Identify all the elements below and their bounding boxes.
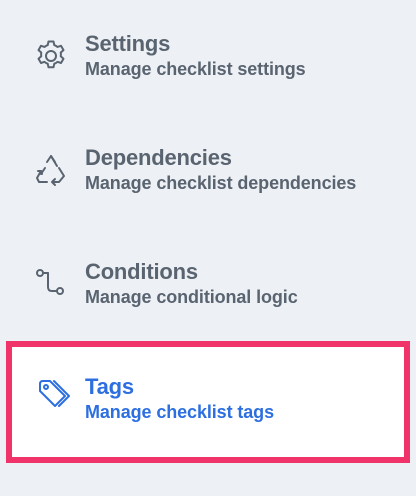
- menu-item-dependencies[interactable]: Dependencies Manage checklist dependenci…: [0, 142, 416, 202]
- menu-item-subtitle: Manage checklist settings: [85, 59, 306, 79]
- branch-icon: [33, 264, 69, 300]
- menu-item-conditions[interactable]: Conditions Manage conditional logic: [0, 256, 416, 316]
- menu-item-tags[interactable]: Tags Manage checklist tags: [6, 341, 410, 463]
- menu-item-text: Conditions Manage conditional logic: [85, 259, 298, 309]
- checklist-menu: Settings Manage checklist settings Depen…: [0, 0, 416, 496]
- menu-item-title: Tags: [85, 374, 134, 399]
- menu-item-subtitle: Manage conditional logic: [85, 287, 298, 307]
- menu-item-subtitle: Manage checklist dependencies: [85, 173, 357, 193]
- menu-item-title: Conditions: [85, 259, 198, 284]
- recycle-icon: [33, 152, 69, 188]
- menu-item-title: Settings: [85, 31, 171, 56]
- menu-item-subtitle: Manage checklist tags: [85, 402, 274, 422]
- menu-item-text: Settings Manage checklist settings: [85, 31, 306, 81]
- menu-item-settings[interactable]: Settings Manage checklist settings: [0, 28, 416, 88]
- menu-item-text: Tags Manage checklist tags: [85, 374, 274, 424]
- gear-icon: [33, 38, 69, 74]
- menu-item-title: Dependencies: [85, 145, 232, 170]
- tag-icon: [36, 377, 72, 413]
- menu-item-text: Dependencies Manage checklist dependenci…: [85, 145, 356, 195]
